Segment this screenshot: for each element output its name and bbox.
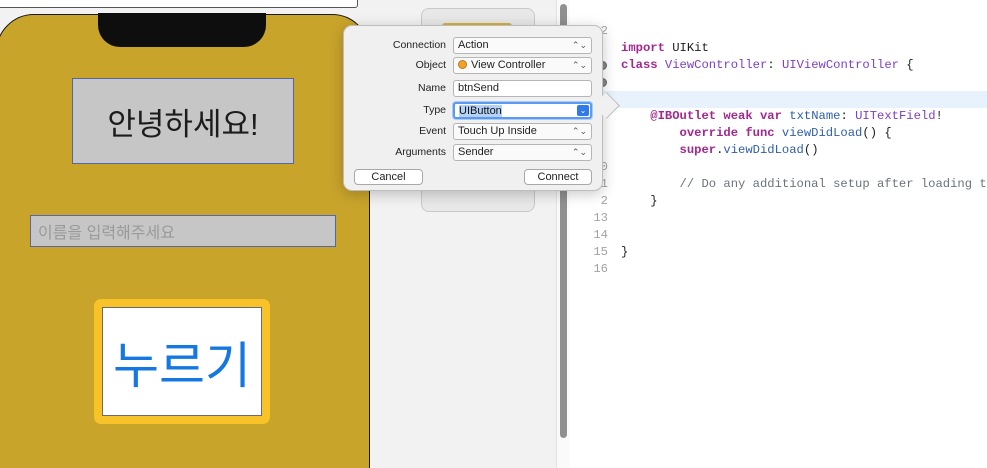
- name-text-field[interactable]: 이름을 입력해주세요: [30, 215, 336, 247]
- code-line[interactable]: 13: [570, 193, 987, 225]
- object-popup[interactable]: View Controller ⌃⌄: [453, 57, 592, 74]
- current-line-highlight[interactable]: [570, 91, 987, 108]
- code-line[interactable]: @IBOutlet weak var lblHello: UILabel!: [570, 57, 987, 106]
- object-value: View Controller: [471, 59, 546, 71]
- arguments-value: Sender: [458, 146, 494, 158]
- canvas-top-element: [0, 0, 358, 8]
- event-row: Event Touch Up Inside ⌃⌄: [344, 123, 602, 140]
- connection-row: Connection Action ⌃⌄: [344, 37, 602, 54]
- type-value[interactable]: UIButton: [459, 105, 502, 117]
- event-value: Touch Up Inside: [458, 125, 537, 137]
- send-button-highlight: 누르기: [94, 299, 270, 424]
- name-field[interactable]: btnSend: [453, 80, 592, 97]
- line-number: 16: [593, 262, 608, 276]
- cancel-button[interactable]: Cancel: [354, 169, 423, 185]
- connection-label: Connection: [392, 39, 446, 51]
- code-line[interactable]: class ViewController: UIViewController {: [570, 40, 987, 72]
- arguments-row: Arguments Sender ⌃⌄: [344, 144, 602, 161]
- chevron-down-icon[interactable]: ⌄: [577, 105, 589, 116]
- name-value: btnSend: [458, 82, 499, 94]
- name-label: Name: [417, 82, 446, 94]
- name-row: Name btnSend: [344, 80, 602, 97]
- code-line[interactable]: super.viewDidLoad(): [570, 125, 987, 157]
- arguments-label: Arguments: [395, 146, 446, 158]
- event-popup[interactable]: Touch Up Inside ⌃⌄: [453, 123, 592, 140]
- code-line[interactable]: 1 }: [570, 159, 987, 208]
- type-combo-box[interactable]: UIButton ⌄: [453, 102, 592, 119]
- object-label: Object: [415, 59, 446, 71]
- event-label: Event: [419, 125, 446, 137]
- code-line[interactable]: @IBOutlet weak var txtName: UITextField!: [570, 74, 987, 123]
- send-button[interactable]: 누르기: [102, 307, 262, 416]
- connection-popup[interactable]: Action ⌃⌄: [453, 37, 592, 54]
- code-line[interactable]: override func viewDidLoad() {: [570, 108, 987, 140]
- hello-label[interactable]: 안녕하세요!: [72, 78, 294, 164]
- connect-button[interactable]: Connect: [524, 169, 592, 185]
- code-line[interactable]: 2: [570, 176, 987, 208]
- object-row: Object View Controller ⌃⌄: [344, 57, 602, 74]
- type-label: Type: [423, 104, 446, 116]
- code-editor[interactable]: 2 import UIKit class ViewController: UIV…: [570, 0, 987, 468]
- connection-popover: Connection Action ⌃⌄ Object View Control…: [343, 25, 620, 191]
- phone-notch: [98, 13, 266, 47]
- code-line[interactable]: 15: [570, 227, 987, 259]
- up-down-chevron-icon: ⌃⌄: [571, 147, 587, 157]
- arguments-popup[interactable]: Sender ⌃⌄: [453, 144, 592, 161]
- code-line[interactable]: 0 // Do any additional setup after loadi…: [570, 142, 987, 191]
- code-line[interactable]: 2 import UIKit: [570, 6, 987, 55]
- code-line[interactable]: 16: [570, 244, 987, 276]
- up-down-chevron-icon: ⌃⌄: [571, 60, 587, 70]
- up-down-chevron-icon: ⌃⌄: [571, 40, 587, 50]
- up-down-chevron-icon: ⌃⌄: [571, 126, 587, 136]
- view-controller-icon: [458, 60, 467, 69]
- type-row: Type UIButton ⌄: [344, 102, 602, 119]
- code-line[interactable]: 14 }: [570, 210, 987, 259]
- connection-value: Action: [458, 39, 489, 51]
